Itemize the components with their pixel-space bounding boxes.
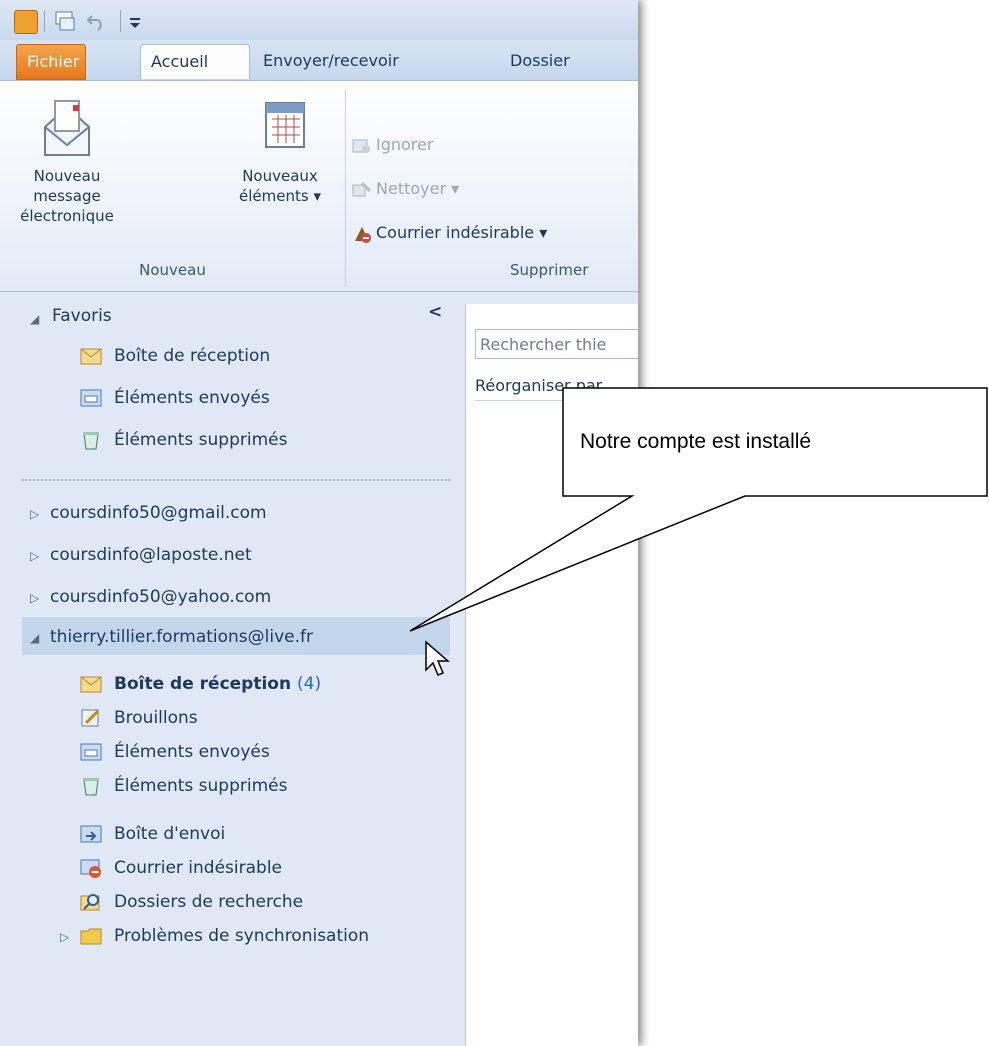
mouse-cursor-icon xyxy=(425,640,451,676)
callout-shape xyxy=(409,387,988,632)
callout-text: Notre compte est installé xyxy=(580,430,812,453)
